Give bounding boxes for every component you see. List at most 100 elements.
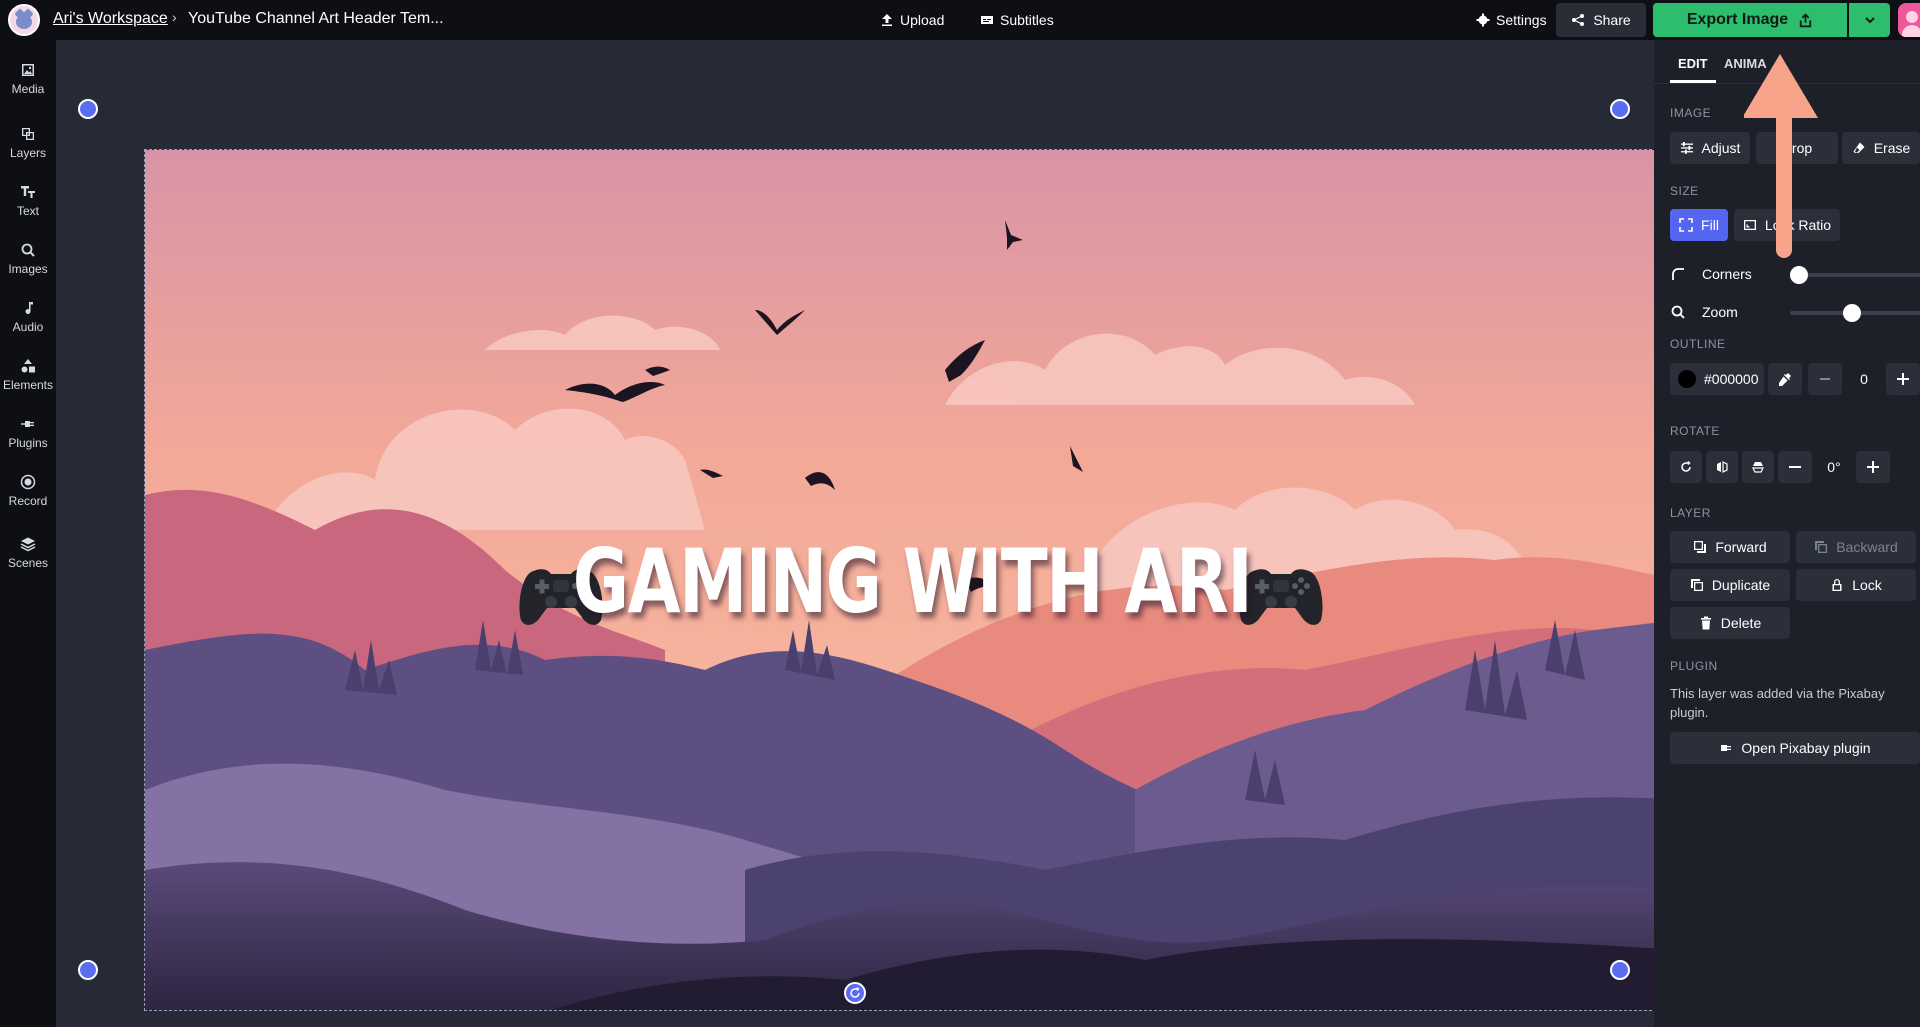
rotate-increase-button[interactable] [1856,451,1890,483]
erase-label: Erase [1873,140,1911,156]
delete-label: Delete [1720,615,1762,631]
duplicate-button[interactable]: Duplicate [1670,569,1790,601]
plug-icon [21,421,34,427]
export-options-button[interactable] [1849,3,1890,37]
sidebar-item-label: Elements [2,378,54,392]
fill-button[interactable]: Fill [1670,209,1728,241]
sidebar-item-media[interactable]: Media [0,62,56,96]
user-avatar[interactable] [1898,3,1920,37]
sidebar-item-audio[interactable]: Audio [0,300,56,334]
bring-forward-icon [1694,541,1707,553]
sidebar-item-text[interactable]: Text [0,184,56,218]
active-tab-indicator [1670,80,1716,83]
sidebar-item-label: Media [11,82,45,96]
sidebar-item-label: Plugins [8,436,48,450]
sidebar-item-label: Record [8,494,48,508]
settings-label: Settings [1496,12,1547,28]
resize-handle-bottom-right[interactable] [1610,960,1630,980]
rotate-handle[interactable] [844,982,866,1004]
rotate-angle-value[interactable]: 0° [1814,451,1854,483]
tab-edit[interactable]: EDIT [1678,56,1708,71]
erase-button[interactable]: Erase [1842,132,1920,164]
sidebar-item-label: Images [8,262,48,276]
zoom-slider-thumb[interactable] [1842,304,1861,322]
share-button[interactable]: Share [1556,3,1646,37]
plugin-icon [1721,745,1732,751]
bring-forward-button[interactable]: Forward [1670,531,1790,563]
rotate-reset-button[interactable] [1670,451,1702,483]
outline-color-picker[interactable]: #000000 [1670,363,1764,395]
resize-handle-top-right[interactable] [1610,99,1630,119]
zoom-slider-track[interactable] [1790,304,1920,322]
plus-icon [1897,373,1909,385]
section-label-outline: OUTLINE [1670,337,1726,351]
lock-button[interactable]: Lock [1796,569,1916,601]
lock-label: Lock [1852,577,1882,593]
outline-width-text: 0 [1860,371,1868,387]
outline-decrease-button[interactable] [1808,363,1842,395]
subtitles-label: Subtitles [1000,12,1054,28]
outline-increase-button[interactable] [1886,363,1920,395]
sidebar-item-elements[interactable]: Elements [0,358,56,392]
sidebar-item-scenes[interactable]: Scenes [0,536,56,570]
sidebar-item-record[interactable]: Record [0,474,56,508]
project-title[interactable]: YouTube Channel Art Header Tem... [188,10,444,28]
flip-horizontal-icon [1717,461,1728,473]
zoom-slider-row: Zoom [1670,300,1920,324]
backward-label: Backward [1836,539,1898,555]
delete-button[interactable]: Delete [1670,607,1790,639]
chevron-down-icon [1864,17,1875,24]
send-backward-button[interactable]: Backward [1796,531,1916,563]
flip-horizontal-button[interactable] [1706,451,1738,483]
upload-label: Upload [900,12,945,28]
sidebar-item-label: Audio [12,320,44,334]
open-pixabay-plugin-button[interactable]: Open Pixabay plugin [1670,732,1920,764]
zoom-icon [1671,305,1685,319]
stack-icon [20,537,36,552]
eraser-icon [1853,142,1865,153]
duplicate-label: Duplicate [1711,577,1771,593]
workspace-avatar[interactable] [8,4,40,36]
sidebar-item-label: Scenes [7,556,49,570]
selected-image-layer[interactable]: GAMING WITH ARI [144,149,1677,1011]
plugin-note: This layer was added via the Pixabay plu… [1670,686,1885,720]
subtitles-button[interactable]: Subtitles [980,8,1054,32]
outline-color-value: #000000 [1704,371,1759,387]
corners-slider-thumb[interactable] [1790,266,1808,284]
shapes-icon [21,359,35,373]
resize-handle-bottom-left[interactable] [78,960,98,980]
breadcrumb-workspace-link[interactable]: Ari's Workspace [53,10,168,28]
export-image-label: Export Image [1686,11,1789,28]
corners-slider-row: Corners [1670,262,1920,286]
export-image-button[interactable]: Export Image [1653,3,1847,37]
headline-text-layer[interactable]: GAMING WITH ARI [145,530,1676,633]
settings-button[interactable]: Settings [1476,8,1547,32]
sidebar-item-plugins[interactable]: Plugins [0,416,56,450]
share-label: Share [1593,12,1631,28]
upload-button[interactable]: Upload [880,8,944,32]
sidebar-item-layers[interactable]: Layers [0,126,56,160]
headline-text: GAMING WITH ARI [572,530,1252,633]
canvas-workspace[interactable]: GAMING WITH ARI [56,40,1677,1027]
duplicate-icon [1690,579,1703,591]
section-label-plugin: PLUGIN [1670,659,1718,673]
corners-slider-track[interactable] [1790,266,1920,284]
rotate-decrease-button[interactable] [1778,451,1812,483]
plus-icon [1867,461,1879,473]
text-icon [21,186,35,198]
flip-vertical-button[interactable] [1742,451,1774,483]
rotate-icon [1681,460,1691,472]
outline-width-value[interactable]: 0 [1844,363,1884,395]
section-label-size: SIZE [1670,184,1699,198]
left-sidebar: Media Layers Text Images Audio Elements … [0,40,56,1027]
rounded-corner-icon [1672,268,1684,280]
music-note-icon [25,302,33,314]
resize-handle-top-left[interactable] [78,99,98,119]
eyedropper-button[interactable] [1768,363,1802,395]
sidebar-item-images[interactable]: Images [0,242,56,276]
open-pixabay-plugin-label: Open Pixabay plugin [1741,740,1871,756]
export-icon [1799,12,1812,27]
flip-vertical-icon [1752,462,1764,473]
adjust-button[interactable]: Adjust [1670,132,1750,164]
section-label-layer: LAYER [1670,506,1711,520]
